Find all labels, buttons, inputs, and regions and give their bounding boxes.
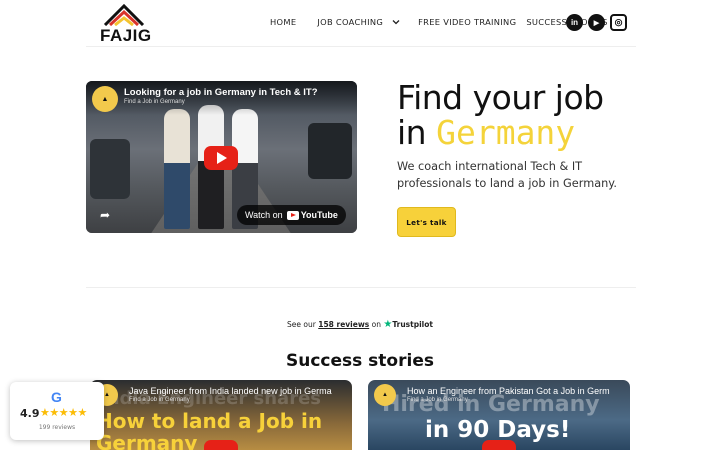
video-channel-avatar[interactable]: ▲ xyxy=(92,86,118,112)
nav-job-coaching-label: JOB COACHING xyxy=(317,17,384,27)
page: FAJIG HOME JOB COACHING FREE VIDEO TRAIN… xyxy=(0,0,720,450)
success-video-2-title[interactable]: How an Engineer from Pakistan Got a Job … xyxy=(407,386,610,396)
youtube-icon[interactable]: ▶ xyxy=(588,14,605,31)
google-icon: G xyxy=(51,389,62,405)
instagram-icon[interactable]: ◎ xyxy=(610,14,627,31)
hero-description: We coach international Tech & IT profess… xyxy=(397,160,617,190)
lets-talk-button[interactable]: Let's talk xyxy=(397,207,456,237)
video-channel-name: Find a Job in Germany xyxy=(124,99,185,105)
nav-job-coaching[interactable]: JOB COACHING xyxy=(317,17,400,27)
success-video-2[interactable]: Hired in Germany ▲ How an Engineer from … xyxy=(368,380,630,450)
video-person-1 xyxy=(164,109,190,229)
video-title[interactable]: Looking for a job in Germany in Tech & I… xyxy=(124,87,318,98)
google-review-count: 199 reviews xyxy=(38,424,76,431)
video-car-left xyxy=(90,139,130,199)
success-video-1-headline-line1: How to land a Job in xyxy=(96,409,323,433)
success-video-2-play-button[interactable] xyxy=(482,440,516,450)
youtube-icon xyxy=(286,210,299,220)
header-divider xyxy=(86,46,636,47)
success-video-1-title[interactable]: Java Engineer from India landed new job … xyxy=(129,386,332,396)
success-video-1-play-button[interactable] xyxy=(204,440,238,450)
social-links: in ▶ ◎ xyxy=(566,14,627,31)
success-stories-title: Success stories xyxy=(286,351,434,371)
watch-on-label: Watch on xyxy=(245,210,283,220)
logo-text: FAJIG xyxy=(100,26,152,45)
hero-title-accent: Germany xyxy=(436,113,576,152)
play-button[interactable] xyxy=(204,146,238,170)
google-rating-stars: ★★★★★ xyxy=(40,407,87,419)
video-car-right xyxy=(308,123,352,179)
youtube-label: YouTube xyxy=(300,210,338,220)
hero-title: Find your job in Germany xyxy=(397,80,604,150)
success-video-2-channel-avatar[interactable]: ▲ xyxy=(374,384,396,406)
hero-title-line2: in Germany xyxy=(397,115,604,150)
nav-free-video-training[interactable]: FREE VIDEO TRAINING xyxy=(418,17,516,27)
trustpilot-review-count[interactable]: 158 reviews xyxy=(318,320,369,329)
hero-title-line1: Find your job xyxy=(397,78,604,117)
trustpilot-star-icon: ★ xyxy=(383,319,393,330)
success-video-1[interactable]: India Engineer shares ▲ Java Engineer fr… xyxy=(90,380,352,450)
trustpilot-brand[interactable]: Trustpilot xyxy=(392,320,433,329)
main-nav: HOME JOB COACHING FREE VIDEO TRAINING SU… xyxy=(270,17,608,27)
nav-home[interactable]: HOME xyxy=(270,17,296,27)
share-icon[interactable]: ➦ xyxy=(100,208,120,224)
section-divider xyxy=(86,287,636,288)
hero-title-prefix: in xyxy=(397,113,427,152)
hero-video[interactable]: ▲ Looking for a job in Germany in Tech &… xyxy=(86,81,357,233)
logo-roof-icon xyxy=(103,4,145,26)
google-rating-value: 4.9 xyxy=(20,407,40,420)
trustpilot-prefix: See our xyxy=(287,320,316,329)
youtube-logo: YouTube xyxy=(286,210,338,220)
logo[interactable]: FAJIG xyxy=(100,4,151,45)
success-video-1-channel: Find a Job in Germany xyxy=(129,397,190,403)
chevron-down-icon xyxy=(392,20,400,25)
watch-on-youtube-button[interactable]: Watch on YouTube xyxy=(237,205,346,225)
trustpilot-middle: on xyxy=(371,320,381,329)
google-rating-widget[interactable]: G 4.9 ★★★★★ 199 reviews xyxy=(10,382,104,440)
success-video-2-channel: Find a Job in Germany xyxy=(407,397,468,403)
trustpilot-line: See our 158 reviews on ★Trustpilot xyxy=(0,319,720,330)
linkedin-icon[interactable]: in xyxy=(566,14,583,31)
